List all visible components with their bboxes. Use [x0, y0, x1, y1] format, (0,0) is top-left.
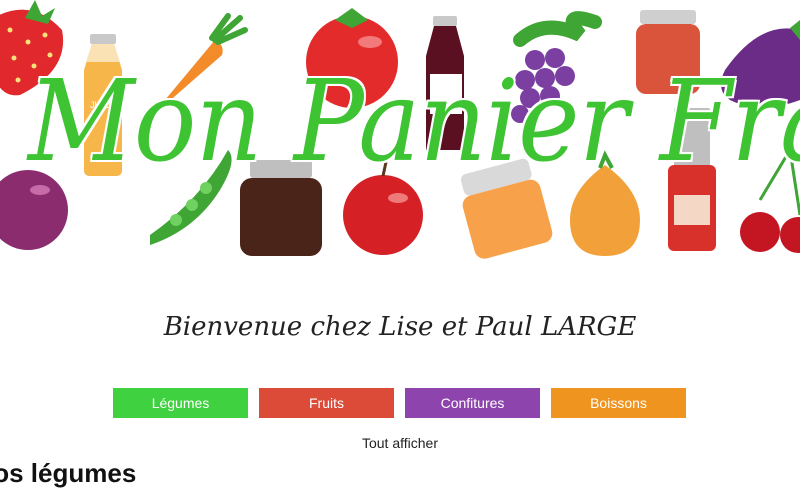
category-button-fruits[interactable]: Fruits [259, 388, 394, 418]
site-title: Mon Panier Frais [28, 57, 800, 187]
category-filter-bar: Légumes Fruits Confitures Boissons [113, 388, 686, 418]
category-button-confitures[interactable]: Confitures [405, 388, 540, 418]
section-heading: los légumes [0, 458, 137, 488]
show-all-link[interactable]: Tout afficher [0, 435, 800, 451]
category-button-boissons[interactable]: Boissons [551, 388, 686, 418]
hero-banner: JUICE Mon Panier Fr [0, 0, 800, 268]
welcome-message: Bienvenue chez Lise et Paul LARGE [163, 312, 637, 342]
category-button-legumes[interactable]: Légumes [113, 388, 248, 418]
